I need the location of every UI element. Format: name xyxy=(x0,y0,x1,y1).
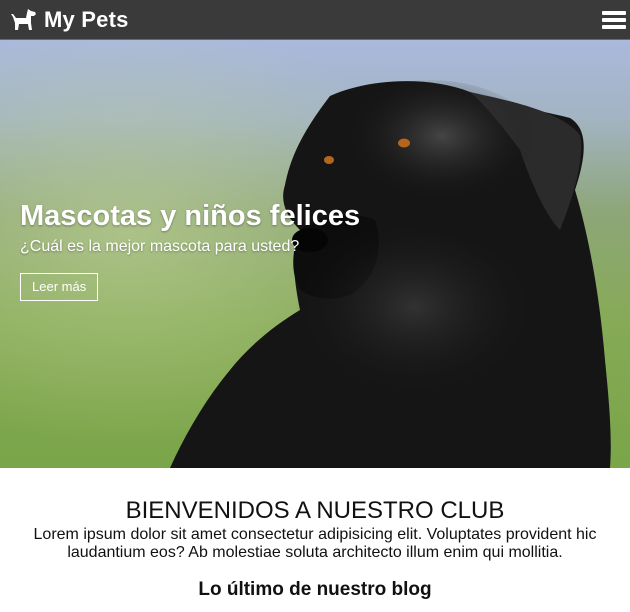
welcome-heading: BIENVENIDOS A NUESTRO CLUB xyxy=(125,497,505,524)
hero-subtitle: ¿Cuál es la mejor mascota para usted? xyxy=(20,238,300,255)
navbar: My Pets xyxy=(0,0,630,40)
hero-caption: Mascotas y niños felices ¿Cuál es la mej… xyxy=(20,199,360,301)
dog-icon xyxy=(11,8,36,30)
hamburger-icon[interactable] xyxy=(602,9,626,31)
hero-title: Mascotas y niños felices xyxy=(20,200,361,232)
brand-link[interactable]: My Pets xyxy=(0,0,129,40)
welcome-body: Lorem ipsum dolor sit amet consectetur a… xyxy=(33,526,597,561)
blog-heading: Lo último de nuestro blog xyxy=(198,579,432,600)
hero-carousel: Mascotas y niños felices ¿Cuál es la mej… xyxy=(0,40,630,468)
brand-label: My Pets xyxy=(44,6,129,32)
welcome-section: BIENVENIDOS A NUESTRO CLUB Lorem ipsum d… xyxy=(0,496,630,602)
read-more-button[interactable]: Leer más xyxy=(20,273,99,301)
